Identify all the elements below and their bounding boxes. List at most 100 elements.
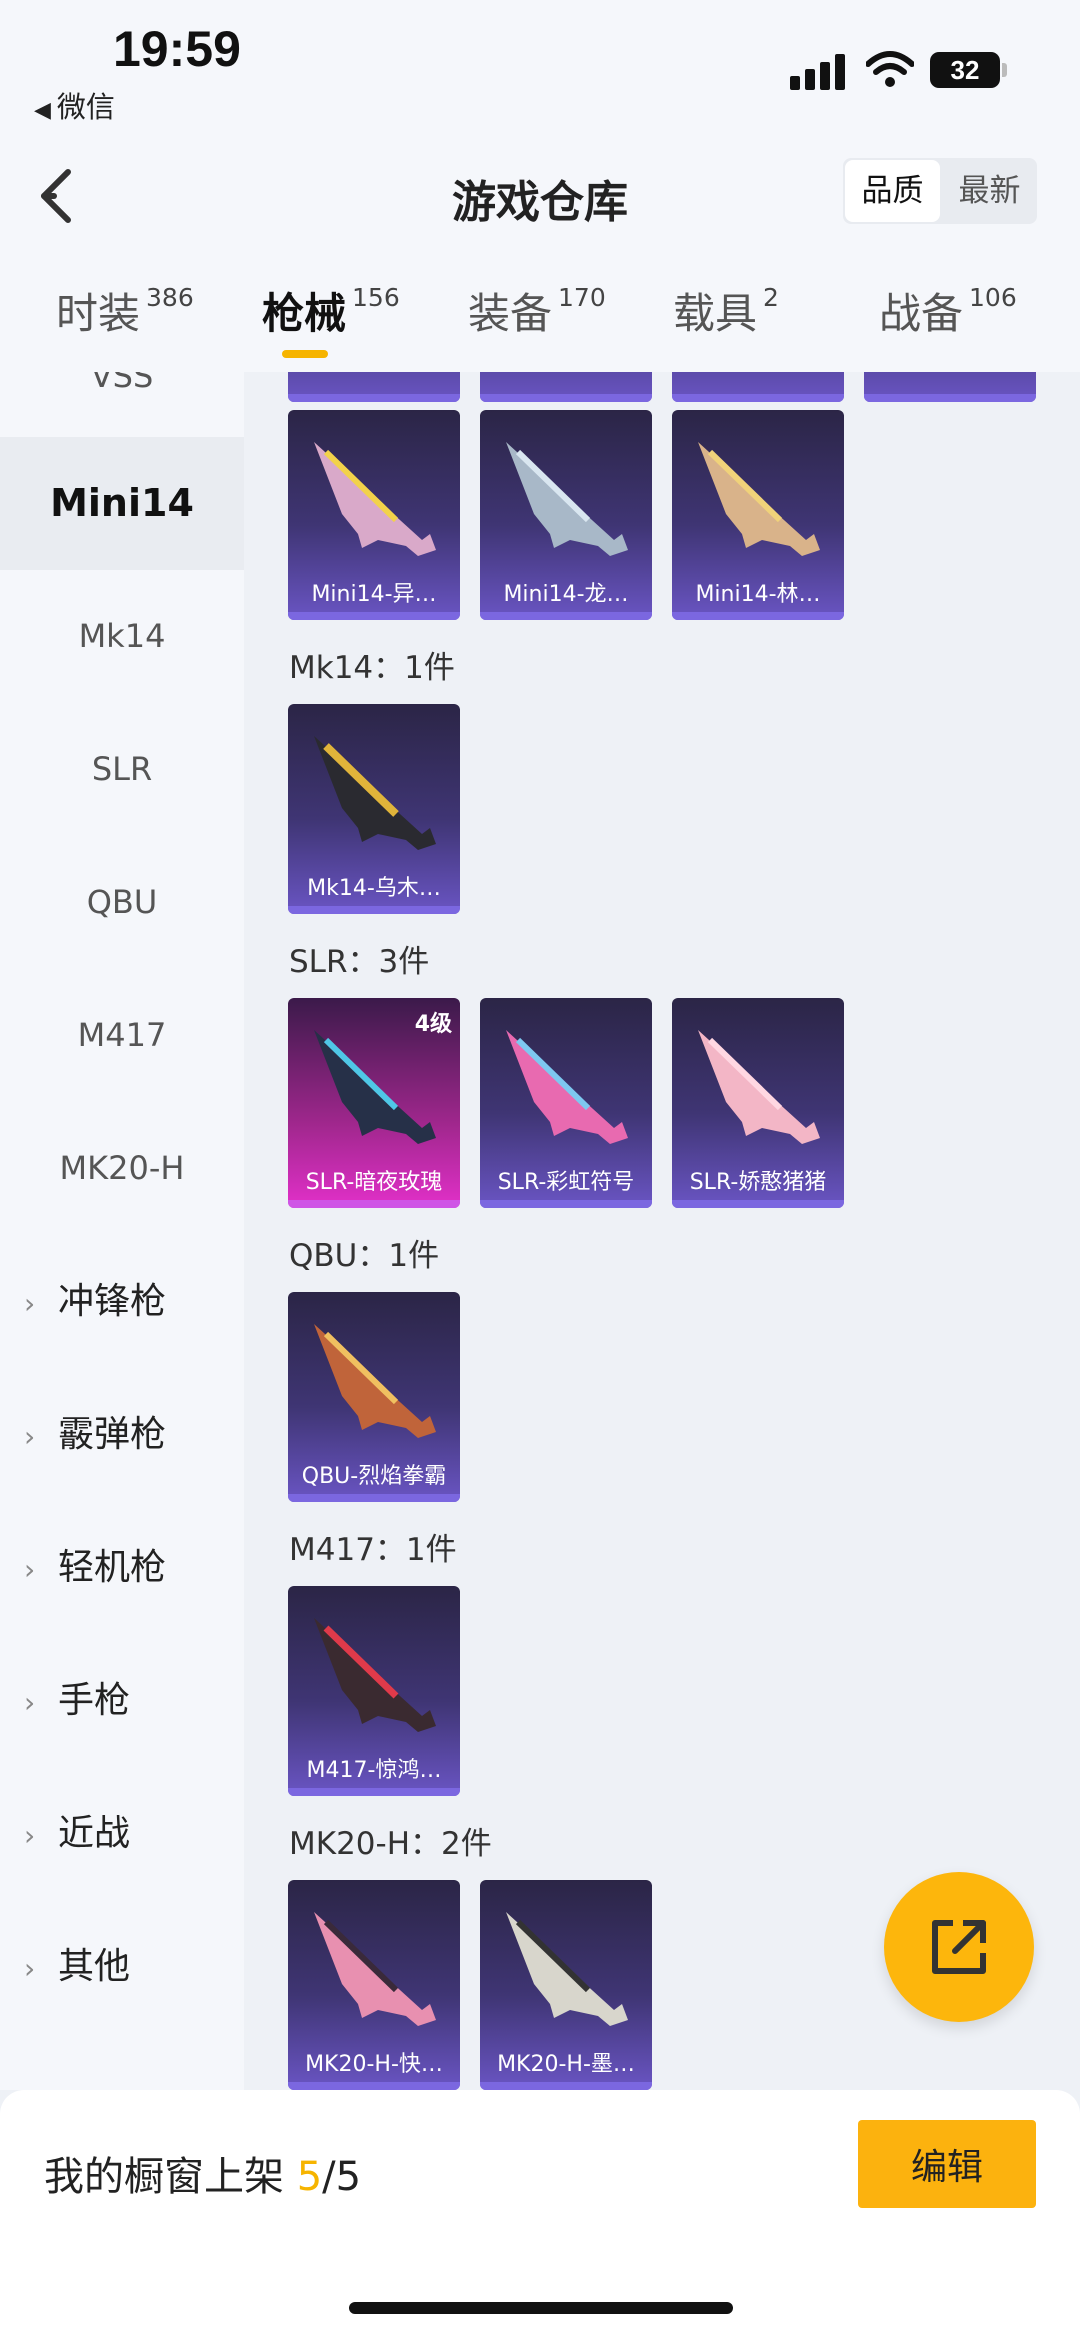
skin-name: Mk14-乌木… [307, 876, 441, 901]
sort-newest-option[interactable]: 最新 [942, 158, 1037, 224]
skin-card[interactable]: QBU-烈焰拳霸 [288, 1292, 460, 1502]
battery-cap [1002, 63, 1007, 77]
showcase-status: 我的橱窗上架 5/5 [44, 2144, 361, 2202]
skin-name: Mini14-龙… [503, 582, 629, 607]
tab-label: 枪械 [262, 289, 347, 338]
sidebar-item-vss[interactable]: VSS [0, 372, 244, 406]
skin-card[interactable]: SLR-娇憨猪猪 [672, 998, 844, 1208]
sidebar-item-mk20h[interactable]: MK20-H [0, 1102, 244, 1235]
rifle-image [314, 1324, 436, 1438]
group-title-mk20h: MK20-H：2件 [289, 1826, 492, 1862]
showcase-count: 5 [296, 2154, 323, 2200]
skin-name: M417-惊鸿… [306, 1758, 442, 1783]
bottom-bar: 我的橱窗上架 5/5 编辑 [0, 2090, 1080, 2337]
skin-card[interactable]: SLR-彩虹符号 [480, 998, 652, 1208]
chevron-right-icon: › [24, 1686, 36, 1719]
sort-quality-option[interactable]: 品质 [845, 160, 940, 222]
rifle-image [314, 1912, 436, 2026]
group-title-m417: M417：1件 [289, 1532, 457, 1568]
tab-equipment[interactable]: 装备 170 [468, 280, 606, 341]
rifle-image [506, 442, 628, 556]
battery-icon: 32 [930, 52, 1000, 88]
sidebar-item-slr[interactable]: SLR [0, 703, 244, 836]
sidebar-group-label: 近战 [58, 1813, 131, 1854]
back-to-app-link[interactable]: ◀ 微信 [34, 84, 115, 126]
sidebar-group-label: 其他 [58, 1946, 131, 1987]
tab-label: 载具 [673, 289, 758, 338]
rifle-image [506, 1912, 628, 2026]
tab-weapons[interactable]: 枪械 156 [262, 280, 400, 341]
group-title-qbu: QBU：1件 [289, 1238, 440, 1274]
tab-count: 386 [146, 283, 194, 312]
tab-supplies[interactable]: 战备 106 [879, 280, 1017, 341]
skin-card[interactable] [672, 372, 844, 402]
tab-count: 2 [763, 283, 779, 312]
sidebar-item-m417[interactable]: M417 [0, 969, 244, 1102]
sidebar-item-mini14[interactable]: Mini14 [0, 437, 244, 570]
sidebar-group-lmg[interactable]: › 轻机枪 [0, 1501, 244, 1634]
share-external-icon [932, 1920, 986, 1974]
rifle-image [314, 736, 436, 850]
tab-count: 106 [969, 283, 1017, 312]
rifle-image [506, 1030, 628, 1144]
status-time: 19:59 [113, 21, 241, 77]
tab-count: 170 [558, 283, 606, 312]
sidebar-item-mk14[interactable]: Mk14 [0, 570, 244, 703]
wifi-icon [866, 51, 914, 87]
chevron-right-icon: › [24, 1287, 36, 1320]
showcase-total: /5 [322, 2154, 362, 2200]
tab-count: 156 [352, 283, 400, 312]
tab-fashion[interactable]: 时装 386 [56, 280, 194, 341]
skin-card[interactable]: MK20-H-快… [288, 1880, 460, 2090]
skin-name: Mini14-异… [311, 582, 437, 607]
tab-label: 装备 [468, 289, 553, 338]
sidebar-group-label: 霰弹枪 [58, 1414, 167, 1455]
skin-card[interactable]: Mini14-异… [288, 410, 460, 620]
skin-name: MK20-H-快… [305, 2052, 443, 2077]
back-triangle-icon: ◀ [34, 98, 51, 123]
weapon-skin-list: Mini14-异… Mini14-龙… Mini14-林… Mk14：1件 Mk… [244, 372, 1080, 2090]
sidebar-group-smg[interactable]: › 冲锋枪 [0, 1235, 244, 1368]
rifle-image [314, 442, 436, 556]
rifle-image [698, 1030, 820, 1144]
group-title-slr: SLR：3件 [289, 944, 430, 980]
chevron-right-icon: › [24, 1952, 36, 1985]
skin-card[interactable] [288, 372, 460, 402]
sidebar-group-label: 冲锋枪 [58, 1281, 167, 1322]
skin-card[interactable]: M417-惊鸿… [288, 1586, 460, 1796]
tab-label: 时装 [56, 289, 141, 338]
sidebar-group-shotgun[interactable]: › 霰弹枪 [0, 1368, 244, 1501]
tab-label: 战备 [879, 289, 964, 338]
sidebar-group-label: 轻机枪 [58, 1547, 167, 1588]
skin-name: SLR-暗夜玫瑰 [305, 1170, 443, 1195]
edit-button[interactable]: 编辑 [858, 2120, 1036, 2208]
skin-card[interactable]: MK20-H-墨… [480, 1880, 652, 2090]
showcase-label: 我的橱窗上架 [44, 2154, 284, 2200]
tab-vehicles[interactable]: 载具 2 [673, 280, 779, 341]
skin-name: QBU-烈焰拳霸 [301, 1464, 447, 1489]
skin-name: SLR-彩虹符号 [497, 1170, 635, 1195]
active-tab-indicator [282, 350, 328, 358]
skin-name: MK20-H-墨… [497, 2052, 635, 2077]
sidebar-group-melee[interactable]: › 近战 [0, 1767, 244, 1900]
skin-card[interactable]: Mk14-乌木… [288, 704, 460, 914]
group-title-mk14: Mk14：1件 [289, 650, 455, 686]
sidebar-item-qbu[interactable]: QBU [0, 836, 244, 969]
chevron-right-icon: › [24, 1553, 36, 1586]
back-app-label: 微信 [56, 90, 115, 124]
sort-toggle: 品质 最新 [843, 158, 1037, 224]
skin-card[interactable] [480, 372, 652, 402]
share-button[interactable] [884, 1872, 1034, 2022]
rifle-image [698, 442, 820, 556]
skin-name: SLR-娇憨猪猪 [689, 1170, 827, 1195]
sidebar-group-pistol[interactable]: › 手枪 [0, 1634, 244, 1767]
skin-card[interactable]: Mini14-龙… [480, 410, 652, 620]
skin-card[interactable] [864, 372, 1036, 402]
weapon-type-sidebar: VSS Mini14 Mk14 SLR QBU M417 MK20-H › 冲锋枪… [0, 372, 244, 2090]
signal-icon [790, 54, 846, 90]
skin-card[interactable]: Mini14-林… [672, 410, 844, 620]
skin-card[interactable]: 4级 SLR-暗夜玫瑰 [288, 998, 460, 1208]
rifle-image [314, 1030, 436, 1144]
nav-bar: 游戏仓库 品质 最新 [0, 140, 1080, 250]
sidebar-group-other[interactable]: › 其他 [0, 1900, 244, 2033]
